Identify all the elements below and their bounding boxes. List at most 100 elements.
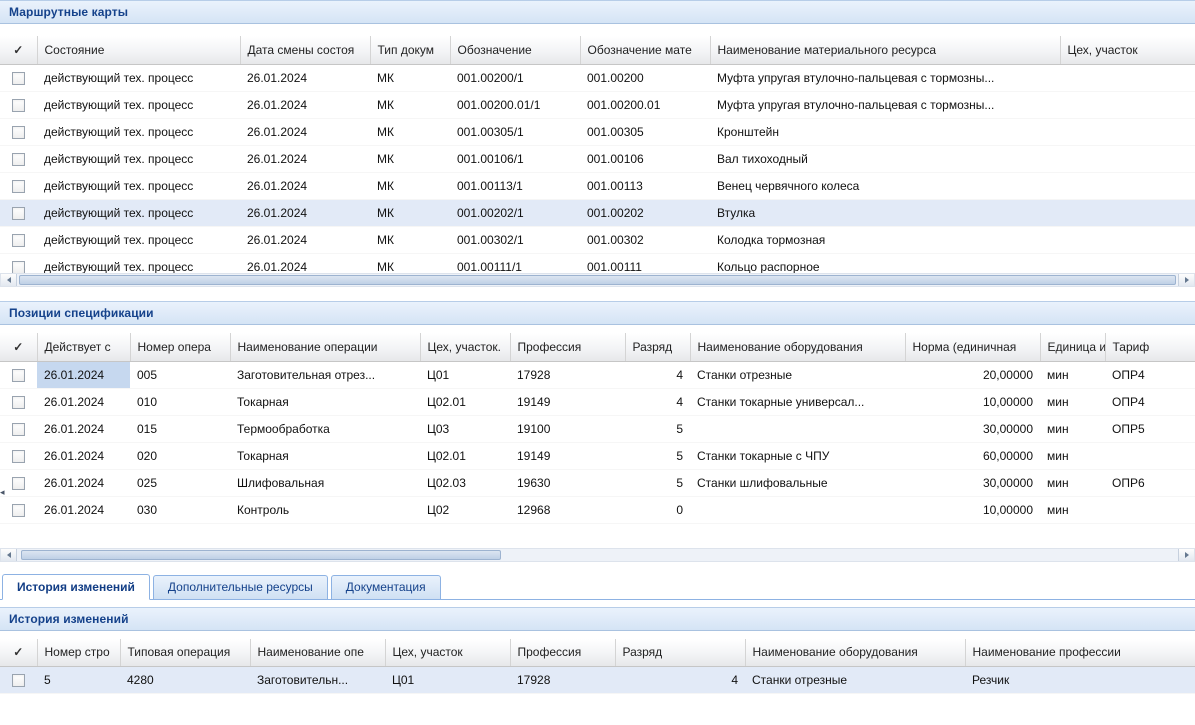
row-checkbox[interactable] [12,396,25,409]
cell[interactable]: 001.00106 [580,145,710,172]
cell[interactable]: Ц02.03 [420,469,510,496]
row-checkbox[interactable] [12,99,25,112]
cell[interactable]: Ц02.01 [420,442,510,469]
cell[interactable]: 4 [625,388,690,415]
cell[interactable] [1060,172,1195,199]
column-header[interactable]: Наименование опе [250,639,385,667]
cell[interactable]: Ц03 [420,415,510,442]
cell[interactable]: Ц01 [420,361,510,388]
cell[interactable]: 12968 [510,496,625,523]
spec-positions-hscrollbar[interactable] [0,548,1195,562]
cell[interactable]: Станки отрезные [745,667,965,694]
table-row[interactable]: 54280Заготовительн...Ц01179284Станки отр… [0,667,1195,694]
cell[interactable]: Заготовительная отрез... [230,361,420,388]
cell[interactable]: 001.00106/1 [450,145,580,172]
cell[interactable]: Кронштейн [710,118,1060,145]
cell[interactable]: мин [1040,415,1105,442]
cell[interactable]: 30,00000 [905,469,1040,496]
cell[interactable]: Станки шлифовальные [690,469,905,496]
cell[interactable] [1060,64,1195,91]
cell[interactable] [1105,442,1195,469]
cell[interactable]: 001.00305 [580,118,710,145]
cell[interactable]: МК [370,145,450,172]
cell[interactable]: Колодка тормозная [710,226,1060,253]
cell[interactable]: Вал тихоходный [710,145,1060,172]
column-header[interactable]: Цех, участок [1060,36,1195,64]
cell[interactable]: ОПР6 [1105,469,1195,496]
cell[interactable]: 19149 [510,442,625,469]
cell[interactable]: МК [370,91,450,118]
cell[interactable]: мин [1040,388,1105,415]
cell[interactable]: 20,00000 [905,361,1040,388]
cell[interactable]: 26.01.2024 [37,361,130,388]
table-row[interactable]: действующий тех. процесс26.01.2024МК001.… [0,64,1195,91]
select-all-header[interactable]: ✓ [0,639,37,667]
row-checkbox[interactable] [12,153,25,166]
cell[interactable]: 26.01.2024 [240,91,370,118]
cell[interactable]: Контроль [230,496,420,523]
table-row[interactable]: действующий тех. процесс26.01.2024МК001.… [0,172,1195,199]
cell[interactable] [1060,253,1195,273]
column-header[interactable]: Тип докум [370,36,450,64]
cell[interactable]: Кольцо распорное [710,253,1060,273]
cell[interactable]: мин [1040,469,1105,496]
table-row[interactable]: 26.01.2024005Заготовительная отрез...Ц01… [0,361,1195,388]
cell[interactable]: 26.01.2024 [240,64,370,91]
cell[interactable]: 001.00113/1 [450,172,580,199]
cell[interactable]: 010 [130,388,230,415]
cell[interactable]: Ц02.01 [420,388,510,415]
cell[interactable]: Втулка [710,199,1060,226]
cell[interactable]: Ц02 [420,496,510,523]
row-checkbox[interactable] [12,504,25,517]
cell[interactable]: 5 [37,667,120,694]
cell[interactable]: действующий тех. процесс [37,91,240,118]
cell[interactable]: 030 [130,496,230,523]
cell[interactable]: Станки токарные с ЧПУ [690,442,905,469]
cell[interactable]: действующий тех. процесс [37,199,240,226]
scroll-left-button[interactable] [1,549,17,561]
select-all-header[interactable]: ✓ [0,36,37,64]
cell[interactable]: действующий тех. процесс [37,172,240,199]
table-row[interactable]: 26.01.2024020ТокарнаяЦ02.01191495Станки … [0,442,1195,469]
cell[interactable]: 001.00200.01 [580,91,710,118]
cell[interactable]: 26.01.2024 [240,118,370,145]
cell[interactable] [1060,118,1195,145]
cell[interactable]: 5 [625,415,690,442]
row-checkbox[interactable] [12,180,25,193]
row-checkbox[interactable] [12,72,25,85]
scrollbar-thumb[interactable] [21,550,501,560]
cell[interactable]: МК [370,199,450,226]
cell[interactable]: Термообработка [230,415,420,442]
cell[interactable]: 001.00202/1 [450,199,580,226]
cell[interactable]: ОПР4 [1105,361,1195,388]
cell[interactable]: 005 [130,361,230,388]
cell[interactable]: 26.01.2024 [240,145,370,172]
cell[interactable] [1105,496,1195,523]
cell[interactable]: 26.01.2024 [240,253,370,273]
cell[interactable]: мин [1040,496,1105,523]
table-row[interactable]: действующий тех. процесс26.01.2024МК 001.… [0,91,1195,118]
tab-documentation[interactable]: Документация [331,575,441,599]
cell[interactable]: 015 [130,415,230,442]
cell[interactable]: 001.00200 [580,64,710,91]
row-checkbox[interactable] [12,261,25,273]
cell[interactable]: 17928 [510,361,625,388]
cell[interactable]: 26.01.2024 [240,172,370,199]
column-header[interactable]: Наименование оборудования [690,333,905,361]
cell[interactable]: 5 [625,469,690,496]
cell[interactable]: действующий тех. процесс [37,145,240,172]
scroll-left-button[interactable] [1,274,17,286]
cell[interactable]: Муфта упругая втулочно-пальцевая с тормо… [710,91,1060,118]
row-checkbox[interactable] [12,423,25,436]
cell[interactable]: МК [370,118,450,145]
collapse-left-icon[interactable]: ◂ [0,481,9,503]
cell[interactable]: 60,00000 [905,442,1040,469]
cell[interactable]: 26.01.2024 [37,388,130,415]
cell[interactable]: Заготовительн... [250,667,385,694]
table-row[interactable]: 26.01.2024010ТокарнаяЦ02.01191494Станки … [0,388,1195,415]
row-checkbox[interactable] [12,369,25,382]
cell[interactable]: 4 [625,361,690,388]
cell[interactable]: Станки отрезные [690,361,905,388]
column-header[interactable]: Наименование оборудования [745,639,965,667]
cell[interactable]: 5 [625,442,690,469]
